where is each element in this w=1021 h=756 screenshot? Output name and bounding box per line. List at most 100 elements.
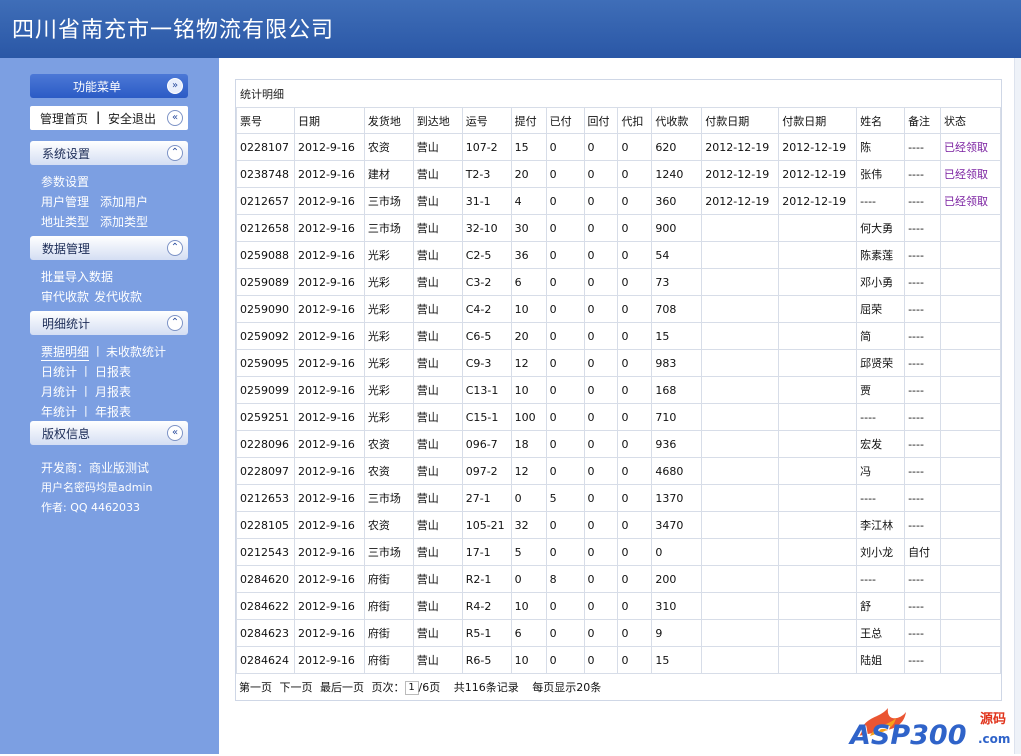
table-cell: 0: [583, 160, 619, 188]
table-cell: 32-10: [461, 214, 512, 242]
table-cell: 1240: [651, 160, 703, 188]
table-cell: [778, 241, 858, 269]
page-total: /6页: [418, 681, 441, 694]
status-link[interactable]: 已经领取: [944, 195, 988, 208]
collapse-down-icon[interactable]: »: [167, 78, 183, 94]
table-cell: 0: [617, 565, 653, 593]
table-cell: 府街: [363, 619, 414, 647]
user-management-link[interactable]: 用户管理: [41, 193, 89, 210]
batch-import-link[interactable]: 批量导入数据: [41, 268, 113, 285]
table-cell: 三市场: [363, 214, 414, 242]
first-page-link[interactable]: 第一页: [239, 681, 272, 694]
column-header: 代收款: [651, 107, 703, 134]
table-cell: 10: [510, 376, 547, 404]
status-link[interactable]: 已经领取: [944, 168, 988, 181]
logout-link[interactable]: 安全退出: [108, 110, 156, 127]
separator: |: [84, 404, 88, 417]
separator: |: [96, 344, 100, 357]
total-records: 共116条记录: [453, 681, 519, 694]
yearly-stats-link[interactable]: 年统计: [41, 403, 77, 420]
author-text: 作者: QQ 4462033: [41, 501, 141, 514]
table-cell: 营山: [412, 376, 463, 404]
add-type-link[interactable]: 添加类型: [100, 213, 148, 230]
table-cell: 0: [545, 376, 585, 404]
table-cell: 0284622: [236, 592, 295, 620]
table-cell: ----: [904, 619, 941, 647]
table-cell: [778, 538, 858, 566]
table-cell: 0: [617, 646, 653, 674]
table-cell: 6: [510, 619, 547, 647]
collapse-up-icon[interactable]: ⌃: [167, 145, 183, 161]
table-row: 0259251 2012-9-16 光彩 营山 C15-1 100 0 0 0 710 ---- --…: [236, 403, 1002, 431]
table-row: 0212543 2012-9-16 三市场 营山 17-1 5 0 0 0 0 刘小龙 自付: [236, 538, 1002, 566]
table-cell: [701, 619, 780, 647]
table-cell: 2012-9-16: [293, 241, 365, 269]
column-header: 票号: [236, 107, 295, 134]
table-cell: 0: [617, 295, 653, 323]
collapse-up-icon[interactable]: ⌃: [167, 315, 183, 331]
table-cell: 刘小龙: [856, 538, 906, 566]
table-cell: [939, 268, 1002, 296]
daily-stats-link[interactable]: 日统计: [41, 363, 77, 380]
table-cell: 0212543: [236, 538, 295, 566]
table-cell: 2012-9-16: [293, 349, 365, 377]
table-cell: 三市场: [363, 484, 414, 512]
table-cell: 2012-9-16: [293, 160, 365, 188]
address-type-link[interactable]: 地址类型: [41, 213, 89, 230]
daily-report-link[interactable]: 日报表: [95, 363, 131, 380]
table-cell: 0: [651, 538, 703, 566]
table-cell: 营山: [412, 133, 463, 161]
monthly-stats-link[interactable]: 月统计: [41, 383, 77, 400]
table-cell: C9-3: [461, 349, 512, 377]
table-cell: [939, 241, 1002, 269]
table-cell: [701, 592, 780, 620]
table-cell: 105-21: [461, 511, 512, 539]
system-settings-header[interactable]: 系统设置 ⌃: [30, 141, 188, 165]
table-cell: [939, 430, 1002, 458]
table-cell: 2012-12-19: [778, 187, 858, 215]
table-cell: 0: [510, 484, 547, 512]
function-menu-header[interactable]: 功能菜单 »: [30, 74, 188, 98]
unpaid-stats-link[interactable]: 未收款统计: [106, 343, 166, 360]
collapse-up-icon[interactable]: ⌃: [167, 240, 183, 256]
status-link[interactable]: 已经领取: [944, 141, 988, 154]
table-cell: C3-2: [461, 268, 512, 296]
issue-collection-link[interactable]: 发代收款: [94, 288, 142, 305]
table-cell: 0: [583, 403, 619, 431]
home-link[interactable]: 管理首页: [40, 110, 88, 127]
table-cell: 0: [583, 619, 619, 647]
table-cell: 农资: [363, 511, 414, 539]
detail-stats-header[interactable]: 明细统计 ⌃: [30, 311, 188, 335]
table-cell: 168: [651, 376, 703, 404]
table-cell: 2012-9-16: [293, 268, 365, 296]
monthly-report-link[interactable]: 月报表: [95, 383, 131, 400]
last-page-link[interactable]: 最后一页: [320, 681, 364, 694]
collapse-left-icon[interactable]: «: [167, 110, 183, 126]
add-user-link[interactable]: 添加用户: [100, 193, 148, 210]
table-cell: 2012-9-16: [293, 484, 365, 512]
review-collection-link[interactable]: 审代收款: [41, 288, 89, 305]
scrollbar[interactable]: [1014, 58, 1021, 754]
table-cell: 0: [617, 484, 653, 512]
copyright-header[interactable]: 版权信息 «: [30, 421, 188, 445]
data-management-header[interactable]: 数据管理 ⌃: [30, 236, 188, 260]
collapse-left-icon[interactable]: «: [167, 425, 183, 441]
yearly-report-link[interactable]: 年报表: [95, 403, 131, 420]
next-page-link[interactable]: 下一页: [280, 681, 313, 694]
table-cell: 2012-9-16: [293, 619, 365, 647]
column-header: 代扣: [617, 107, 653, 134]
table-cell: 已经领取: [939, 133, 1002, 161]
param-settings-link[interactable]: 参数设置: [41, 173, 89, 190]
table-cell: [778, 403, 858, 431]
table-cell: 710: [651, 403, 703, 431]
column-header: 付款日期: [701, 107, 780, 134]
table-cell: 0: [617, 187, 653, 215]
table-row: 0212653 2012-9-16 三市场 营山 27-1 0 5 0 0 1370 ---- ---…: [236, 484, 1002, 512]
page-input[interactable]: 1: [404, 681, 419, 695]
table-cell: 2012-9-16: [293, 322, 365, 350]
table-cell: 0259251: [236, 403, 295, 431]
table-cell: [778, 565, 858, 593]
ticket-detail-link[interactable]: 票据明细: [41, 343, 90, 361]
watermark-sub1: 源码: [980, 712, 1007, 727]
table-cell: ----: [904, 349, 941, 377]
